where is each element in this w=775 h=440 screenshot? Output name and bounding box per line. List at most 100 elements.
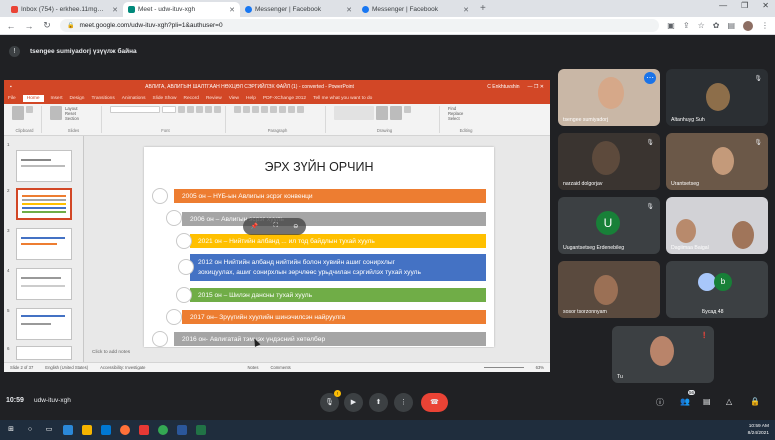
participant-tile[interactable]: 🎙 narzaid dolgorjav [558, 133, 660, 190]
reading-list-icon[interactable]: ▤ [727, 21, 735, 30]
people-icon[interactable]: 👥 [680, 397, 690, 406]
menu-design: Design [69, 96, 85, 101]
browser-tab-meet[interactable]: Meet - udw-ituv-xgh ✕ [123, 2, 240, 17]
indent-icon [252, 106, 259, 113]
window-buttons-icon: — ❐ ✕ [527, 83, 544, 90]
notes-toggle: Notes [247, 365, 259, 370]
group-label: Font [161, 128, 170, 133]
url-field[interactable]: 🔒 meet.google.com/udw-ituv-xgh?pli=1&aut… [60, 19, 660, 32]
more-menu-icon[interactable]: ⋮ [761, 21, 769, 30]
participant-tile[interactable]: 🎙 Urantsetseg [666, 133, 768, 190]
firefox-icon[interactable] [120, 425, 130, 435]
menu-animations: Animations [121, 96, 146, 101]
thumb-line [21, 237, 65, 239]
others-tile[interactable]: b Бусад 48 [666, 261, 768, 318]
excel-icon[interactable] [196, 425, 206, 435]
activities-icon[interactable]: △ [726, 397, 732, 406]
group-label: Drawing [376, 128, 393, 133]
info-icon[interactable]: ⓘ [656, 397, 664, 408]
participant-tile[interactable]: ⋯ tsengee sumiyadorj [558, 69, 660, 126]
close-tab-icon[interactable]: ✕ [112, 6, 118, 14]
camera-icon[interactable]: ▣ [667, 21, 675, 30]
group-label: Clipboard [15, 128, 34, 133]
facebook-icon [245, 6, 252, 13]
new-slide-icon [50, 106, 62, 120]
slide-thumbnail-pane: 1 2 3 4 5 6 [4, 136, 84, 362]
close-tab-icon[interactable]: ✕ [463, 6, 469, 14]
timeline-text-line2: зохицуулах, ашиг сонирхлын зөрчлөөс урьд… [198, 268, 421, 276]
document-title: АВЛИГА, АВЛИГЫН ШАЛТГААН НӨХЦӨЛ СЭРГИЙЛЭ… [145, 83, 354, 90]
maximize-icon[interactable]: ❐ [741, 1, 748, 10]
chat-icon[interactable]: ▤ [703, 397, 711, 406]
file-explorer-icon[interactable] [82, 425, 92, 435]
camera-button[interactable]: ▶ [344, 393, 363, 412]
more-options-icon[interactable]: ⋯ [644, 72, 656, 84]
store-icon[interactable] [101, 425, 111, 435]
participant-tile[interactable]: Dagiimaa Baigal [666, 197, 768, 254]
participant-name: sosor tsorzonnyam [563, 309, 607, 315]
new-tab-button[interactable]: + [474, 2, 492, 17]
profile-avatar[interactable] [743, 20, 753, 31]
thumb-line [22, 207, 66, 209]
forward-arrow-icon[interactable]: → [24, 21, 34, 31]
menu-record: Record [183, 96, 199, 101]
windows-start-icon[interactable]: ⊞ [6, 425, 16, 435]
reload-icon[interactable]: ↻ [42, 20, 52, 31]
font-color-icon [214, 106, 221, 113]
participant-name: Urantsetseg [671, 181, 699, 187]
chrome-icon[interactable] [158, 425, 168, 435]
more-options-button[interactable]: ⋮ [394, 393, 413, 412]
leave-call-button[interactable]: ☎ [421, 393, 448, 412]
slide-thumbnail [16, 308, 72, 340]
save-icon: ▪ [10, 83, 12, 90]
app-icon[interactable] [139, 425, 149, 435]
presentation-hover-controls[interactable]: 📌 ⛶ ⊖ [243, 218, 306, 235]
fullscreen-icon[interactable]: ⛶ [274, 223, 278, 230]
edge-icon[interactable] [63, 425, 73, 435]
word-icon[interactable] [177, 425, 187, 435]
participant-tile[interactable]: sosor tsorzonnyam [558, 261, 660, 318]
close-window-icon[interactable]: ✕ [762, 1, 769, 10]
minimize-icon[interactable]: — [719, 1, 727, 10]
thumb-line [21, 159, 51, 161]
tab-label: Meet - udw-ituv-xgh [138, 6, 196, 13]
participant-tile[interactable]: U 🎙 Uugantsetseg Erdenebileg [558, 197, 660, 254]
host-controls-icon[interactable]: 🔒 [750, 397, 760, 406]
participant-tile[interactable]: 🎙 Altanhuyg Suh [666, 69, 768, 126]
back-arrow-icon[interactable]: ← [6, 21, 16, 31]
thumbnail-number: 3 [7, 228, 10, 233]
thumb-line [22, 203, 66, 205]
meet-control-bar: 10:59 udw-ituv-xgh 🎙 ! ▶ ⬆ ⋮ ☎ ⓘ 👥 56 ▤ … [0, 385, 775, 420]
extensions-icon[interactable]: ✿ [713, 21, 720, 30]
powerpoint-workspace: 1 2 3 4 5 6 ЭРХ ЗҮЙН ОРЧИН 2005 он – НҮБ… [4, 136, 550, 362]
columns-icon [297, 106, 304, 113]
font-name-field [110, 106, 160, 113]
more-options-icon[interactable]: ⊖ [293, 223, 298, 230]
participant-tile[interactable]: ❗ Tu [612, 326, 714, 383]
mic-off-icon: 🎙 [646, 204, 654, 210]
ribbon-editing: Find Replace Select Editing [444, 106, 488, 133]
presentation-banner: ! tsengee sumiyadorj үзүүлж байна [0, 35, 775, 68]
justify-icon [288, 106, 295, 113]
tab-label: Inbox (754) - erkhee.11mg@gm [21, 6, 110, 13]
browser-tab-inbox[interactable]: Inbox (754) - erkhee.11mg@gm ✕ [6, 2, 123, 17]
pin-icon[interactable]: 📌 [251, 223, 258, 230]
powerpoint-status-bar: Slide 2 of 37 English (United States) Ac… [4, 362, 550, 372]
tab-label: Messenger | Facebook [372, 6, 438, 13]
others-count: Бусад 48 [702, 309, 724, 315]
timeline-circle [166, 309, 182, 325]
present-button[interactable]: ⬆ [369, 393, 388, 412]
task-view-icon[interactable]: ▭ [44, 425, 54, 435]
shape-fill-icon [404, 106, 411, 113]
browser-toolbar-icons: ▣ ⇪ ☆ ✿ ▤ ⋮ [667, 20, 769, 31]
search-icon[interactable]: ○ [25, 425, 35, 435]
slide-canvas: ЭРХ ЗҮЙН ОРЧИН 2005 он – НҮБ-ын Авлигын … [144, 147, 494, 347]
close-tab-icon[interactable]: ✕ [346, 6, 352, 14]
star-icon[interactable]: ☆ [698, 21, 705, 30]
close-tab-icon[interactable]: ✕ [229, 6, 235, 14]
timeline-circle [166, 210, 182, 226]
browser-tab-messenger-1[interactable]: Messenger | Facebook ✕ [240, 2, 357, 17]
browser-tab-messenger-2[interactable]: Messenger | Facebook ✕ [357, 2, 474, 17]
share-icon[interactable]: ⇪ [683, 21, 690, 30]
timeline-item: 2021 он – Нийтийн албанд ... ил тод байд… [190, 234, 486, 248]
